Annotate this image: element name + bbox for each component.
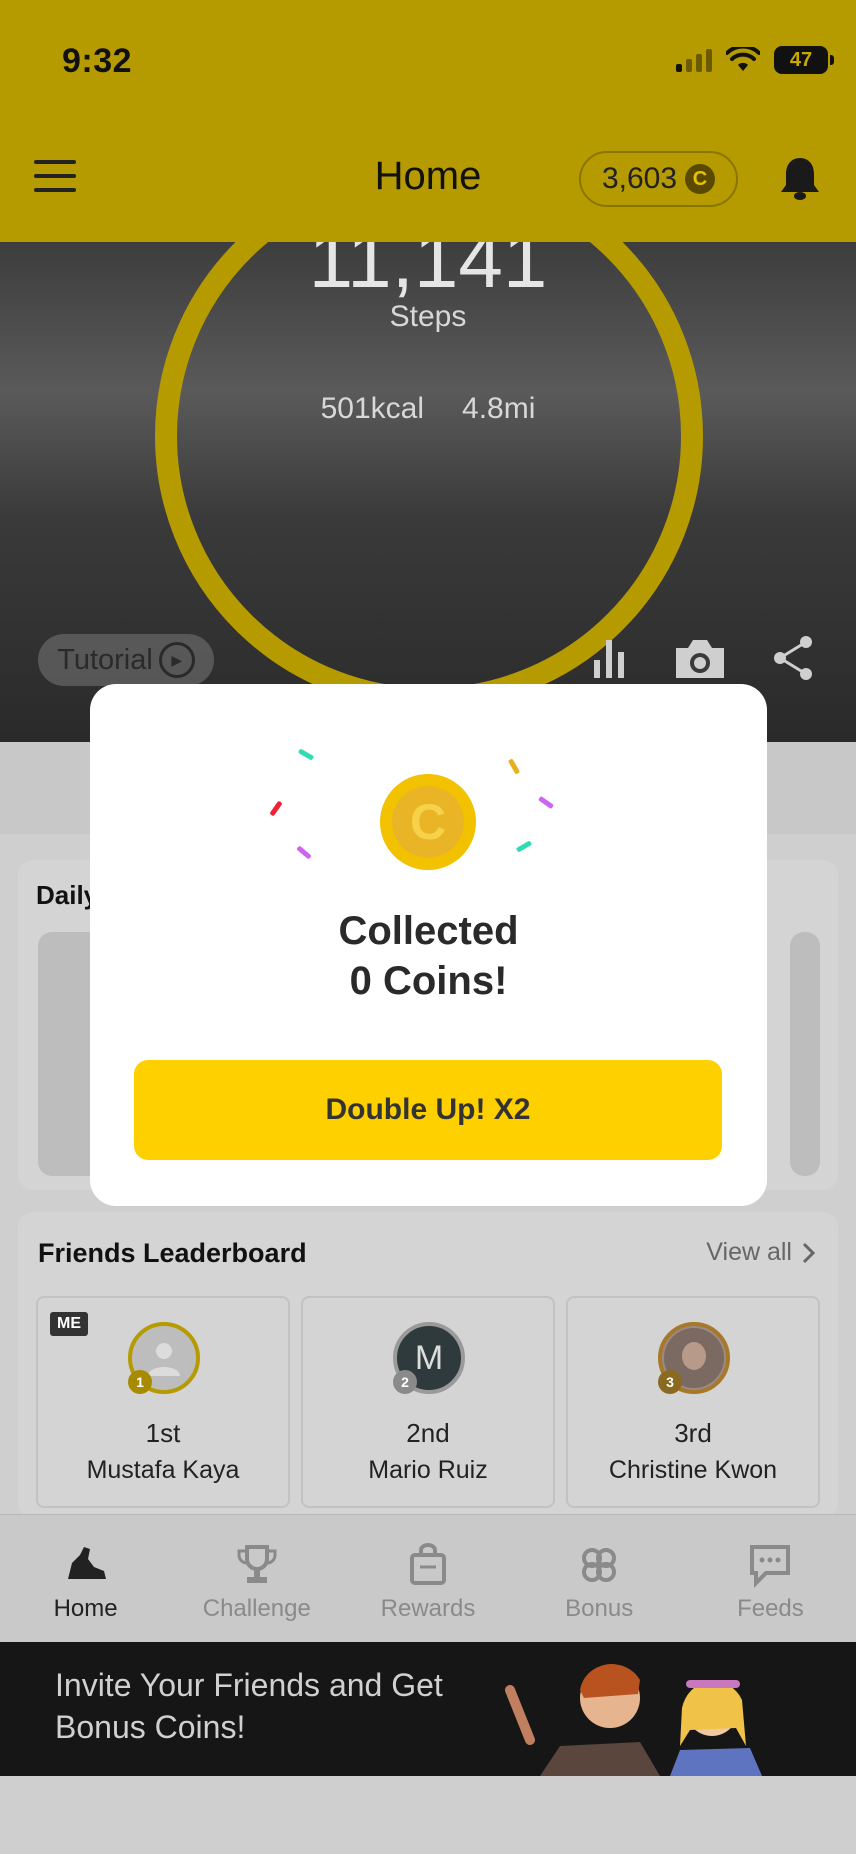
dialog-title-line2: 0 Coins!	[349, 959, 508, 1003]
leaderboard-rank: 2nd	[406, 1418, 450, 1448]
bar-chart-icon[interactable]	[588, 634, 636, 682]
steps-count: 11,141	[308, 242, 548, 304]
tab-bonus[interactable]: Bonus	[514, 1515, 685, 1642]
user-placeholder-icon	[148, 1343, 180, 1376]
confetti-piece	[296, 845, 312, 860]
coin-balance[interactable]: 3,603 C	[579, 151, 738, 207]
wifi-icon	[726, 47, 760, 71]
leaderboard-rank: 3rd	[674, 1418, 712, 1448]
tab-label: Bonus	[565, 1595, 634, 1622]
bottom-tab-bar: Home Challenge Rewards Bonus Feeds	[0, 1514, 856, 1642]
trophy-icon	[237, 1545, 277, 1583]
leaderboard-rank: 1st	[145, 1418, 181, 1448]
confetti-piece	[269, 800, 283, 817]
medal-icon: 1	[128, 1370, 152, 1394]
banner-text: Invite Your Friends and Get Bonus Coins!	[55, 1667, 443, 1745]
confetti-piece	[538, 795, 554, 810]
tab-label: Rewards	[380, 1595, 476, 1622]
view-all-link[interactable]: View all	[706, 1238, 816, 1267]
dialog-title: Collected 0 Coins!	[90, 906, 767, 1006]
leaderboard-entry[interactable]: ME 1 1st Mustafa Kaya	[36, 1296, 290, 1508]
double-up-button[interactable]: Double Up! X2	[134, 1060, 722, 1160]
leaderboard-title: Friends Leaderboard	[38, 1238, 307, 1268]
coin-icon: C	[685, 164, 716, 194]
leaderboard-name: Mustafa Kaya	[86, 1456, 240, 1484]
leaderboard-entry[interactable]: 3 3rd Christine Kwon	[566, 1296, 820, 1508]
leaderboard-name: Christine Kwon	[608, 1456, 778, 1484]
shoe-icon	[67, 1547, 106, 1579]
bell-icon[interactable]	[776, 154, 824, 202]
tab-label: Challenge	[202, 1595, 311, 1622]
tutorial-button[interactable]: Tutorial ▶	[38, 634, 214, 686]
daily-title: Daily	[36, 880, 99, 910]
status-icons: 47	[676, 46, 834, 74]
coin-symbol: C	[392, 786, 464, 858]
me-badge: ME	[50, 1312, 88, 1336]
tab-challenge[interactable]: Challenge	[171, 1515, 342, 1642]
status-time: 9:32	[62, 42, 133, 80]
chat-icon	[750, 1545, 791, 1588]
bag-icon	[410, 1543, 446, 1585]
play-icon: ▶	[158, 642, 195, 678]
tab-label: Feeds	[737, 1595, 804, 1622]
camera-icon[interactable]	[672, 634, 728, 682]
view-all-label: View all	[706, 1238, 792, 1266]
calories-value: 501kcal	[320, 392, 425, 425]
medal-icon: 3	[658, 1370, 682, 1394]
stats-row: 501kcal 4.8mi	[0, 392, 856, 426]
tab-home[interactable]: Home	[0, 1515, 171, 1642]
daily-tile[interactable]	[790, 932, 820, 1176]
confetti-piece	[297, 748, 315, 761]
tab-feeds[interactable]: Feeds	[685, 1515, 856, 1642]
tab-rewards[interactable]: Rewards	[342, 1515, 513, 1642]
coin-icon: C	[380, 774, 476, 870]
leaderboard-entry[interactable]: M 2 2nd Mario Ruiz	[301, 1296, 555, 1508]
header-bar: 9:32 47 Home 3,603 C	[0, 0, 856, 242]
coin-balance-value: 3,603	[601, 162, 678, 195]
tab-label: Home	[53, 1595, 118, 1622]
dialog-title-line1: Collected	[338, 909, 519, 953]
battery-indicator: 47	[774, 46, 834, 74]
friends-illustration	[505, 1664, 762, 1776]
leaderboard-name: Mario Ruiz	[368, 1456, 488, 1484]
confetti-piece	[507, 758, 521, 775]
clover-icon	[582, 1548, 617, 1582]
chevron-right-icon	[802, 1242, 816, 1263]
home-indicator-area	[0, 1776, 856, 1854]
steps-hero: 11,141 Steps 501kcal 4.8mi Tutorial ▶	[0, 242, 856, 742]
medal-icon: 2	[393, 1370, 417, 1394]
friends-leaderboard: Friends Leaderboard View all ME 1 1st Mu…	[18, 1212, 838, 1518]
confetti-piece	[515, 840, 533, 853]
tutorial-label: Tutorial	[57, 643, 153, 676]
signal-icon	[676, 48, 712, 72]
invite-banner[interactable]: Invite Your Friends and Get Bonus Coins!	[0, 1642, 856, 1776]
steps-label: Steps	[389, 300, 467, 333]
coins-collected-dialog: C Collected 0 Coins! Double Up! X2	[90, 684, 767, 1206]
distance-value: 4.8mi	[462, 392, 536, 425]
share-icon[interactable]	[770, 634, 818, 682]
